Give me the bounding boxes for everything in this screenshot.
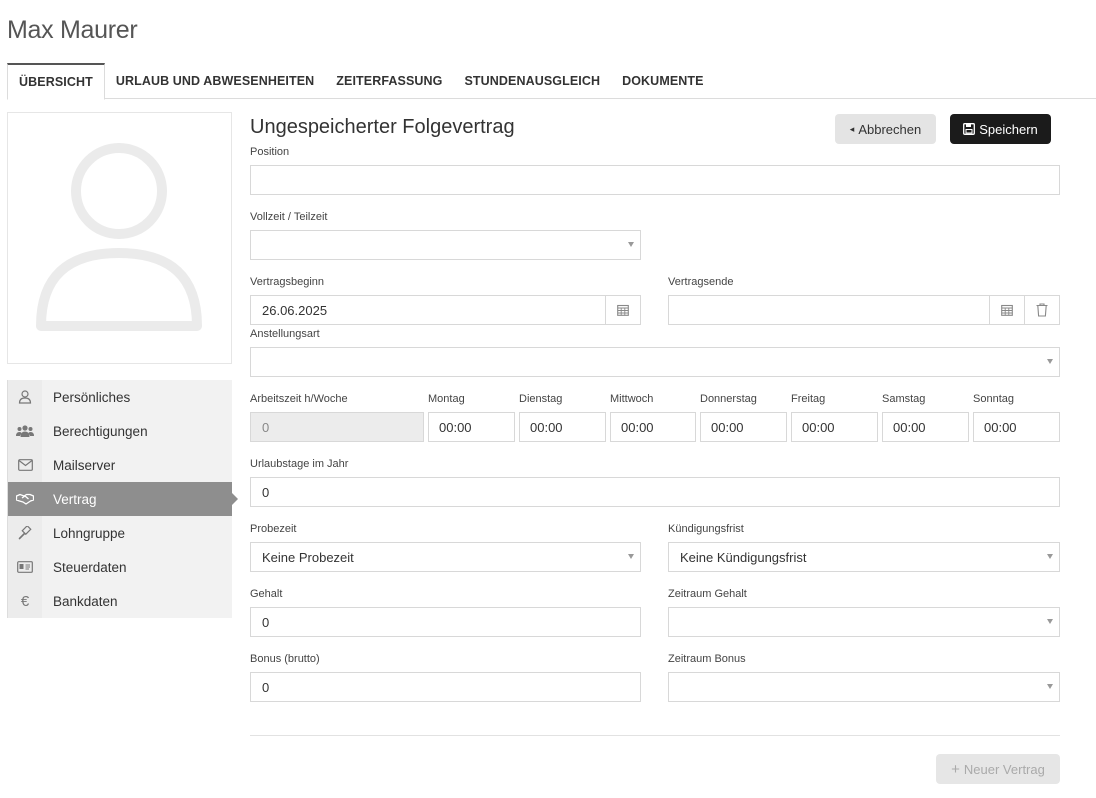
- gehalt-label: Gehalt: [250, 588, 283, 600]
- gavel-icon: [8, 516, 42, 550]
- caret-down-icon: [1047, 554, 1053, 559]
- plus-icon: +: [951, 760, 960, 778]
- mittwoch-time-input[interactable]: 00:00: [610, 412, 696, 442]
- vollzeit-select[interactable]: [250, 230, 641, 260]
- samstag-label: Samstag: [882, 393, 926, 405]
- position-input[interactable]: [250, 165, 1060, 195]
- anstellungsart-select[interactable]: [250, 347, 1060, 377]
- freitag-label: Freitag: [791, 393, 826, 405]
- arbeitszeit-input: 0: [250, 412, 424, 442]
- sidebar-item-label: Berechtigungen: [53, 423, 148, 439]
- probezeit-select[interactable]: Keine Probezeit: [250, 542, 641, 572]
- sidebar-item-mailserver[interactable]: Mailserver: [7, 448, 232, 482]
- new-contract-button[interactable]: + Neuer Vertrag: [936, 754, 1060, 784]
- handshake-icon: [8, 482, 42, 516]
- vertragsbeginn-value: 26.06.2025: [262, 302, 328, 318]
- vollzeit-label: Vollzeit / Teilzeit: [250, 211, 328, 223]
- floppy-disk-icon: [963, 123, 976, 135]
- id-card-icon: [8, 550, 42, 584]
- cancel-button[interactable]: ◂ Abbrechen: [835, 114, 936, 144]
- sidebar-item-bankdaten[interactable]: € Bankdaten: [7, 584, 232, 618]
- sidebar-item-berechtigungen[interactable]: Berechtigungen: [7, 414, 232, 448]
- euro-icon: €: [8, 584, 42, 618]
- probezeit-value: Keine Probezeit: [262, 549, 354, 565]
- freitag-time-input[interactable]: 00:00: [791, 412, 878, 442]
- employee-name: Max Maurer: [7, 16, 138, 44]
- bonus-input[interactable]: 0: [250, 672, 641, 702]
- users-icon: [8, 414, 42, 448]
- sidebar-item-label: Steuerdaten: [53, 559, 127, 575]
- vertragsbeginn-label: Vertragsbeginn: [250, 276, 324, 288]
- kuendigungsfrist-select[interactable]: Keine Kündigungsfrist: [668, 542, 1060, 572]
- sidebar-item-label: Bankdaten: [53, 593, 118, 609]
- sidebar-item-lohngruppe[interactable]: Lohngruppe: [7, 516, 232, 550]
- gehalt-input[interactable]: 0: [250, 607, 641, 637]
- zeitraum-bonus-label: Zeitraum Bonus: [668, 653, 746, 665]
- samstag-time-input[interactable]: 00:00: [882, 412, 969, 442]
- trash-icon[interactable]: [1024, 296, 1059, 324]
- avatar-placeholder-icon: [36, 143, 202, 331]
- tab-zeiterfassung[interactable]: ZEITERFASSUNG: [325, 63, 453, 99]
- form-title: Ungespeicherter Folgevertrag: [250, 116, 515, 138]
- dienstag-label: Dienstag: [519, 393, 563, 405]
- vertragsende-label: Vertragsende: [668, 276, 734, 288]
- position-label: Position: [250, 146, 290, 158]
- tab-dokumente[interactable]: DOKUMENTE: [611, 63, 714, 99]
- sidebar-item-steuerdaten[interactable]: Steuerdaten: [7, 550, 232, 584]
- caret-down-icon: [628, 554, 634, 559]
- calendar-icon[interactable]: [989, 296, 1024, 324]
- side-nav: Persönliches Berechtigungen Mailserver V…: [7, 380, 238, 618]
- montag-label: Montag: [428, 393, 465, 405]
- mittwoch-label: Mittwoch: [610, 393, 654, 405]
- donnerstag-time-input[interactable]: 00:00: [700, 412, 787, 442]
- anstellungsart-label: Anstellungsart: [250, 328, 320, 340]
- sidebar-item-label: Persönliches: [53, 389, 131, 405]
- tab-urlaub[interactable]: URLAUB UND ABWESENHEITEN: [105, 63, 325, 99]
- dienstag-time-input[interactable]: 00:00: [519, 412, 606, 442]
- urlaubstage-input[interactable]: 0: [250, 477, 1060, 507]
- divider: [250, 735, 1060, 736]
- sonntag-time-input[interactable]: 00:00: [973, 412, 1060, 442]
- caret-down-icon: [1047, 619, 1053, 624]
- kuendigungsfrist-value: Keine Kündigungsfrist: [680, 549, 807, 565]
- sidebar-item-label: Lohngruppe: [53, 525, 126, 541]
- montag-time-input[interactable]: 00:00: [428, 412, 515, 442]
- envelope-icon: [8, 448, 42, 482]
- probezeit-label: Probezeit: [250, 523, 297, 535]
- sidebar-item-label: Vertrag: [53, 491, 97, 507]
- sidebar-item-vertrag[interactable]: Vertrag: [7, 482, 238, 516]
- caret-down-icon: [628, 242, 634, 247]
- zeitraum-bonus-select[interactable]: [668, 672, 1060, 702]
- kuendigungsfrist-label: Kündigungsfrist: [668, 523, 744, 535]
- arbeitszeit-label: Arbeitszeit h/Woche: [250, 393, 348, 405]
- caret-down-icon: [1047, 684, 1053, 689]
- vertragsbeginn-input[interactable]: 26.06.2025: [250, 295, 641, 325]
- user-icon: [8, 380, 42, 414]
- bonus-label: Bonus (brutto): [250, 653, 320, 665]
- donnerstag-label: Donnerstag: [700, 393, 757, 405]
- tab-stundenausgleich[interactable]: STUNDENAUSGLEICH: [453, 63, 611, 99]
- sidebar-item-label: Mailserver: [53, 457, 116, 473]
- save-button[interactable]: Speichern: [950, 114, 1051, 144]
- caret-down-icon: [1047, 359, 1053, 364]
- zeitraum-gehalt-select[interactable]: [668, 607, 1060, 637]
- calendar-icon[interactable]: [605, 296, 640, 324]
- tab-bar: ÜBERSICHT URLAUB UND ABWESENHEITEN ZEITE…: [7, 63, 1096, 100]
- tab-uebersicht[interactable]: ÜBERSICHT: [7, 63, 105, 100]
- chevron-left-icon: ◂: [849, 123, 855, 134]
- cancel-label: Abbrechen: [858, 121, 922, 137]
- vertragsende-input[interactable]: [668, 295, 1060, 325]
- save-label: Speichern: [979, 121, 1038, 137]
- avatar: [7, 112, 232, 364]
- new-contract-label: Neuer Vertrag: [963, 761, 1045, 777]
- sidebar-item-persoenliches[interactable]: Persönliches: [7, 380, 232, 414]
- urlaubstage-label: Urlaubstage im Jahr: [250, 458, 349, 470]
- zeitraum-gehalt-label: Zeitraum Gehalt: [668, 588, 747, 600]
- sonntag-label: Sonntag: [973, 393, 1014, 405]
